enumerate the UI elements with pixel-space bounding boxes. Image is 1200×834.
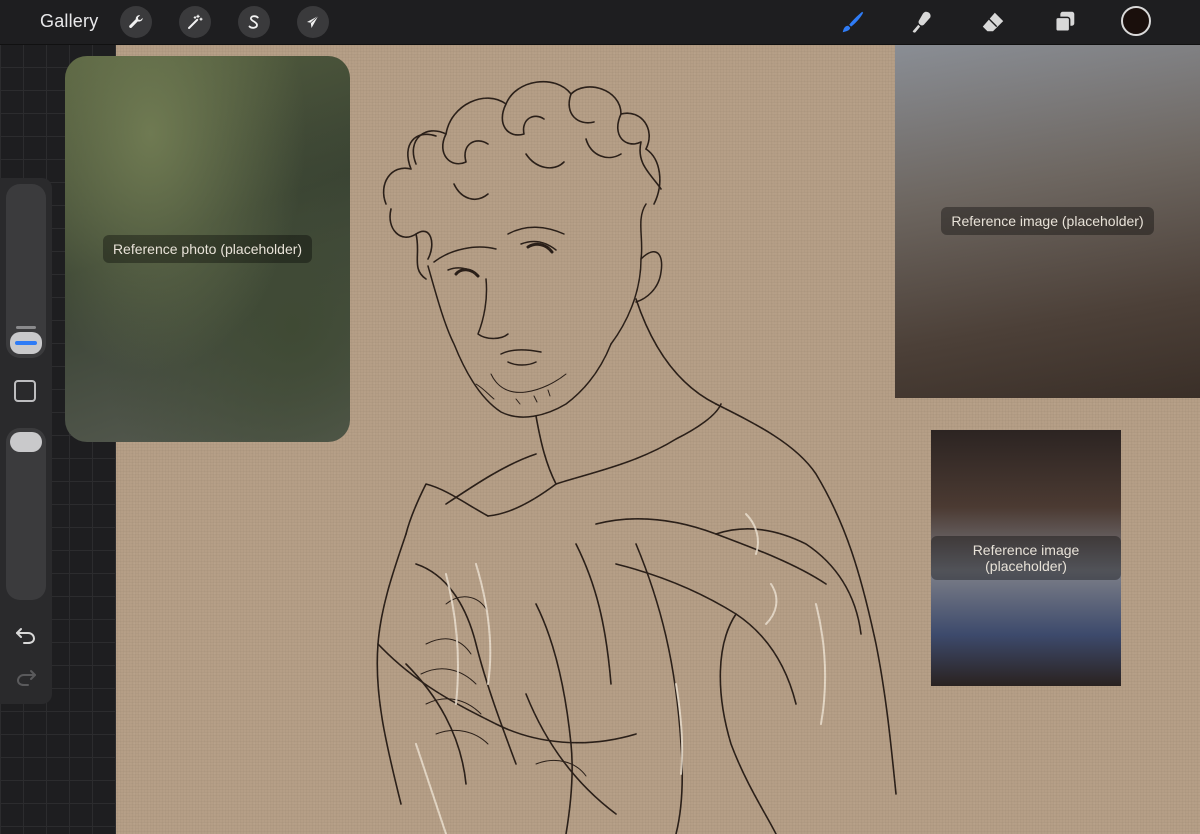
brush-opacity-slider[interactable] xyxy=(6,428,46,600)
sketch-body xyxy=(376,298,897,834)
smudge-tool-button[interactable] xyxy=(904,4,940,40)
eraser-icon xyxy=(982,12,1004,32)
layers-button[interactable] xyxy=(1047,4,1083,40)
brush-size-slider[interactable] xyxy=(6,184,46,358)
selection-s-icon xyxy=(248,15,259,29)
eraser-tool-button[interactable] xyxy=(975,4,1011,40)
wrench-icon xyxy=(129,15,143,28)
redo-button[interactable] xyxy=(12,665,40,689)
reference-image-label-2: Reference image (placeholder) xyxy=(931,536,1121,580)
brush-opacity-handle[interactable] xyxy=(10,432,42,452)
reference-image-label-1: Reference image (placeholder) xyxy=(941,207,1154,235)
sketch-hair xyxy=(382,80,662,280)
magic-wand-icon xyxy=(188,14,203,29)
gallery-button[interactable]: Gallery xyxy=(40,11,98,32)
brush-icon xyxy=(842,11,864,33)
actions-button[interactable] xyxy=(120,6,152,38)
brush-size-fill xyxy=(15,341,37,345)
brush-tool-button[interactable] xyxy=(834,4,870,40)
color-picker-button[interactable] xyxy=(1121,6,1151,36)
adjustments-button[interactable] xyxy=(179,6,211,38)
reference-photo-placeholder[interactable]: Reference photo (placeholder) xyxy=(65,56,350,442)
sketch-highlights xyxy=(415,513,827,834)
top-toolbar: Gallery xyxy=(0,0,1200,45)
reference-image-placeholder-2[interactable]: Reference image (placeholder) xyxy=(931,430,1121,686)
arrow-cursor-icon xyxy=(307,15,319,28)
smudge-icon xyxy=(912,11,931,33)
redo-icon xyxy=(16,670,36,686)
procreate-app: Gallery Reference photo (placeholder) Re… xyxy=(0,0,1200,834)
selection-button[interactable] xyxy=(238,6,270,38)
sketch-hatching xyxy=(420,596,587,777)
modify-button[interactable] xyxy=(14,380,36,402)
layers-icon xyxy=(1054,11,1075,33)
reference-photo-label: Reference photo (placeholder) xyxy=(102,235,313,263)
sketch-face xyxy=(427,203,663,418)
transform-button[interactable] xyxy=(297,6,329,38)
undo-button[interactable] xyxy=(12,623,40,647)
brush-size-marker xyxy=(16,326,36,329)
left-sidebar xyxy=(0,178,52,704)
brush-size-handle[interactable] xyxy=(10,332,42,354)
undo-icon xyxy=(16,628,36,644)
reference-image-placeholder-1[interactable]: Reference image (placeholder) xyxy=(895,44,1200,398)
